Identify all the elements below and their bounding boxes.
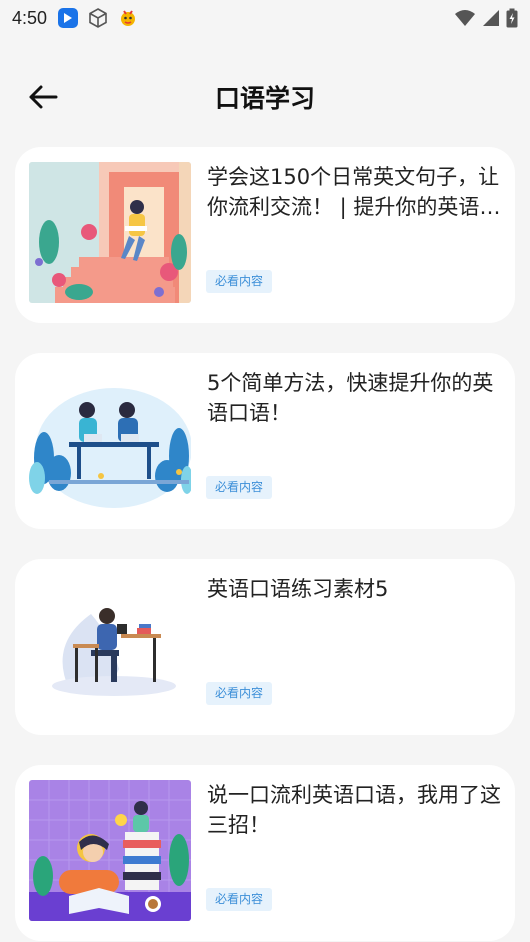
article-thumbnail — [29, 368, 191, 509]
page-title: 口语学习 — [214, 84, 315, 113]
article-title: 说一口流利英语口语，我用了这三招！ — [207, 783, 501, 837]
app-mascot-icon — [117, 7, 139, 29]
article-card[interactable]: 5个简单方法，快速提升你的英语口语！ 必看内容 — [15, 353, 515, 529]
article-title: 5个简单方法，快速提升你的英语口语！ — [207, 371, 494, 425]
article-title: 英语口语练习素材5 — [207, 577, 389, 601]
article-thumbnail — [29, 162, 191, 303]
cube-icon — [87, 7, 109, 29]
article-title: 学会这150个日常英文句子，让你流利交流！ | 提升你的英语口语 — [207, 165, 501, 219]
must-read-tag: 必看内容 — [206, 888, 273, 911]
must-read-tag: 必看内容 — [206, 476, 273, 499]
status-time: 4:50 — [12, 7, 48, 28]
header: 口语学习 — [0, 60, 530, 132]
status-bar: 4:50 — [0, 0, 530, 36]
article-card[interactable]: 学会这150个日常英文句子，让你流利交流！ | 提升你的英语口语 必看内容 — [15, 147, 515, 323]
status-icons-right — [454, 8, 518, 28]
app-notification-icon — [57, 7, 79, 29]
man-reading-at-table-illustration — [29, 574, 191, 715]
wifi-icon — [454, 9, 476, 27]
article-card[interactable]: 说一口流利英语口语，我用了这三招！ 必看内容 — [15, 765, 515, 941]
cellular-signal-icon — [482, 9, 500, 27]
status-icons-left — [57, 7, 139, 29]
article-thumbnail — [29, 574, 191, 715]
girl-with-books-illustration — [29, 780, 191, 921]
battery-charging-icon — [506, 8, 518, 28]
girl-reading-on-stairs-illustration — [29, 162, 191, 303]
must-read-tag: 必看内容 — [206, 270, 273, 293]
article-card[interactable]: 英语口语练习素材5 必看内容 — [15, 559, 515, 735]
two-people-at-desk-illustration — [29, 368, 191, 509]
article-thumbnail — [29, 780, 191, 921]
must-read-tag: 必看内容 — [206, 682, 273, 705]
